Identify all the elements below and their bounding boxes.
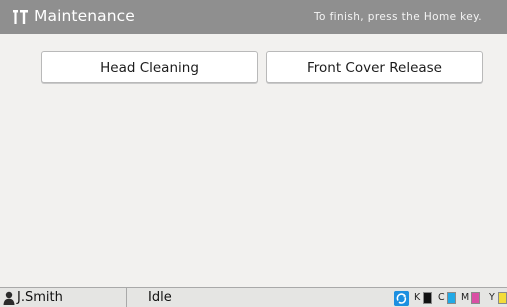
ink-y-level	[498, 292, 507, 304]
ink-k-label: K	[414, 292, 421, 303]
page-title: Maintenance	[34, 7, 135, 25]
ink-m-label: M	[461, 292, 470, 303]
machine-status: Idle	[148, 290, 172, 305]
ink-m-level	[471, 292, 480, 304]
ink-c-label: C	[438, 292, 445, 303]
user-icon	[3, 291, 15, 305]
ink-k-level	[423, 292, 432, 304]
sync-icon[interactable]	[394, 291, 409, 306]
status-bar: J.Smith Idle K C M Y	[0, 287, 507, 307]
maintenance-tools-icon	[13, 10, 28, 24]
front-cover-release-button[interactable]: Front Cover Release	[266, 51, 483, 83]
header-hint: To finish, press the Home key.	[313, 11, 482, 23]
maintenance-screen: Maintenance To finish, press the Home ke…	[0, 0, 507, 307]
head-cleaning-button[interactable]: Head Cleaning	[41, 51, 258, 83]
user-name: J.Smith	[17, 290, 63, 305]
ink-c-level	[447, 292, 456, 304]
ink-y-label: Y	[489, 292, 495, 303]
header-bar: Maintenance To finish, press the Home ke…	[0, 0, 507, 34]
user-info[interactable]: J.Smith	[0, 288, 127, 307]
